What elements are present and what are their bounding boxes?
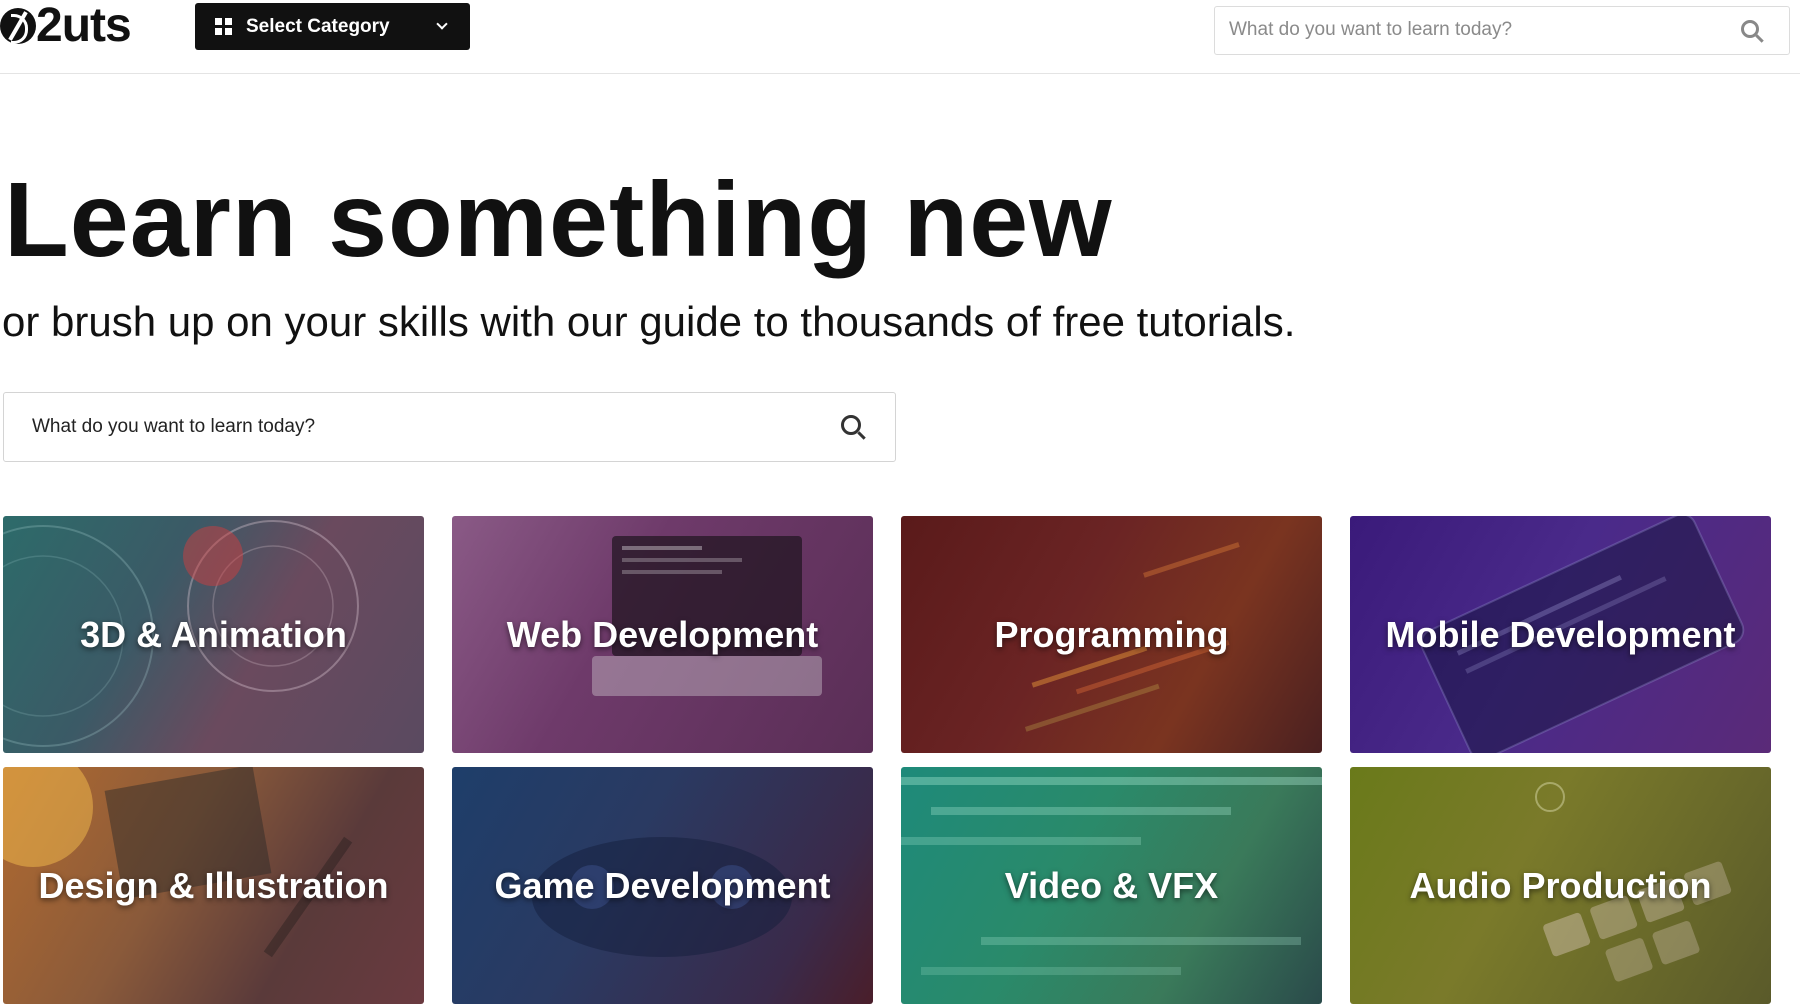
select-category-label: Select Category bbox=[246, 15, 390, 37]
chevron-down-icon bbox=[436, 18, 448, 30]
category-tile-design-illustration[interactable]: Design & Illustration bbox=[3, 767, 424, 1004]
site-header: 2uts Select Category bbox=[0, 0, 1800, 74]
category-label: Web Development bbox=[506, 613, 819, 655]
category-label: Game Development bbox=[494, 864, 831, 906]
category-tile-programming[interactable]: Programming bbox=[901, 516, 1322, 753]
hero-search bbox=[3, 392, 896, 462]
select-category-button[interactable]: Select Category bbox=[195, 3, 470, 50]
header-search-input[interactable] bbox=[1229, 7, 1709, 53]
category-tile-audio-production[interactable]: Audio Production bbox=[1350, 767, 1771, 1004]
category-label: Audio Production bbox=[1409, 864, 1712, 906]
category-tile-3d-animation[interactable]: 3D & Animation bbox=[3, 516, 424, 753]
logo-text: 2uts bbox=[36, 0, 132, 52]
logo-icon bbox=[0, 8, 36, 44]
category-label: Video & VFX bbox=[1004, 864, 1219, 906]
page-subtitle: or brush up on your skills with our guid… bbox=[2, 298, 1296, 345]
category-tile-video-vfx[interactable]: Video & VFX bbox=[901, 767, 1322, 1004]
category-tile-game-development[interactable]: Game Development bbox=[452, 767, 873, 1004]
page-title: Learn something new bbox=[4, 161, 1113, 279]
category-grid: 3D & Animation Web Development Programmi… bbox=[3, 516, 1775, 1004]
category-tile-web-development[interactable]: Web Development bbox=[452, 516, 873, 753]
category-tile-mobile-development[interactable]: Mobile Development bbox=[1350, 516, 1771, 753]
header-search bbox=[1214, 6, 1790, 55]
hero-search-input[interactable] bbox=[32, 393, 812, 460]
grid-icon bbox=[215, 18, 232, 35]
search-icon[interactable] bbox=[1741, 20, 1759, 38]
site-logo[interactable]: 2uts bbox=[0, 0, 132, 52]
category-label: Design & Illustration bbox=[38, 864, 389, 906]
category-label: Mobile Development bbox=[1385, 613, 1736, 655]
category-label: 3D & Animation bbox=[80, 613, 347, 655]
search-icon[interactable] bbox=[841, 415, 861, 435]
category-label: Programming bbox=[994, 613, 1229, 655]
